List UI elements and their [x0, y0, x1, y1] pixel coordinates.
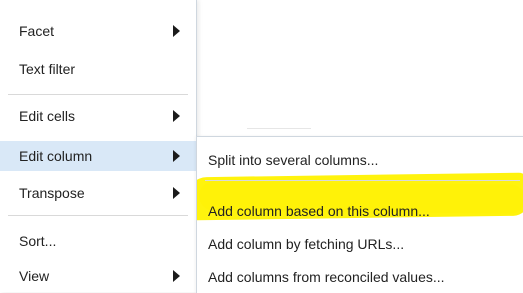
- submenu-arrow-icon: [173, 270, 180, 282]
- menu-separator: [8, 215, 188, 216]
- submenu-arrow-icon: [173, 110, 180, 122]
- submenu-item-add-columns-from-reconciled-values[interactable]: Add columns from reconciled values...: [197, 262, 523, 292]
- menu-item-label: Transpose: [19, 185, 85, 201]
- submenu-separator: [205, 180, 520, 181]
- menu-item-label: Edit column: [19, 148, 93, 164]
- background-divider: [247, 128, 311, 129]
- submenu-item-label: Add columns from reconciled values...: [208, 269, 445, 285]
- menu-item-label: View: [19, 268, 50, 284]
- submenu-item-add-column-based-on-this-column[interactable]: Add column based on this column...: [197, 196, 523, 226]
- menu-item-sort[interactable]: Sort...: [0, 226, 196, 256]
- menu-item-label: Sort...: [19, 233, 57, 249]
- submenu-item-label: Split into several columns...: [208, 152, 379, 168]
- menu-item-text-filter[interactable]: Text filter: [0, 54, 196, 84]
- menu-item-label: Text filter: [19, 61, 76, 77]
- submenu-item-label: Add column based on this column...: [208, 203, 430, 219]
- submenu-item-add-column-by-fetching-urls[interactable]: Add column by fetching URLs...: [197, 229, 523, 259]
- menu-item-edit-column[interactable]: Edit column: [0, 141, 196, 171]
- menu-item-edit-cells[interactable]: Edit cells: [0, 101, 196, 131]
- context-menu: Facet Text filter Edit cells Edit column…: [0, 0, 197, 292]
- menu-item-view[interactable]: View: [0, 261, 196, 291]
- menu-item-label: Edit cells: [19, 108, 76, 124]
- menu-item-label: Facet: [19, 23, 55, 39]
- menu-item-transpose[interactable]: Transpose: [0, 178, 196, 208]
- submenu-item-label: Add column by fetching URLs...: [208, 236, 405, 252]
- submenu-arrow-icon: [173, 187, 180, 199]
- menu-separator: [8, 94, 188, 95]
- submenu-arrow-icon: [173, 25, 180, 37]
- submenu-arrow-icon: [173, 150, 180, 162]
- menu-item-facet[interactable]: Facet: [0, 16, 196, 46]
- submenu-item-split-into-several-columns[interactable]: Split into several columns...: [197, 145, 523, 175]
- edit-column-submenu: Split into several columns... Add column…: [196, 136, 523, 293]
